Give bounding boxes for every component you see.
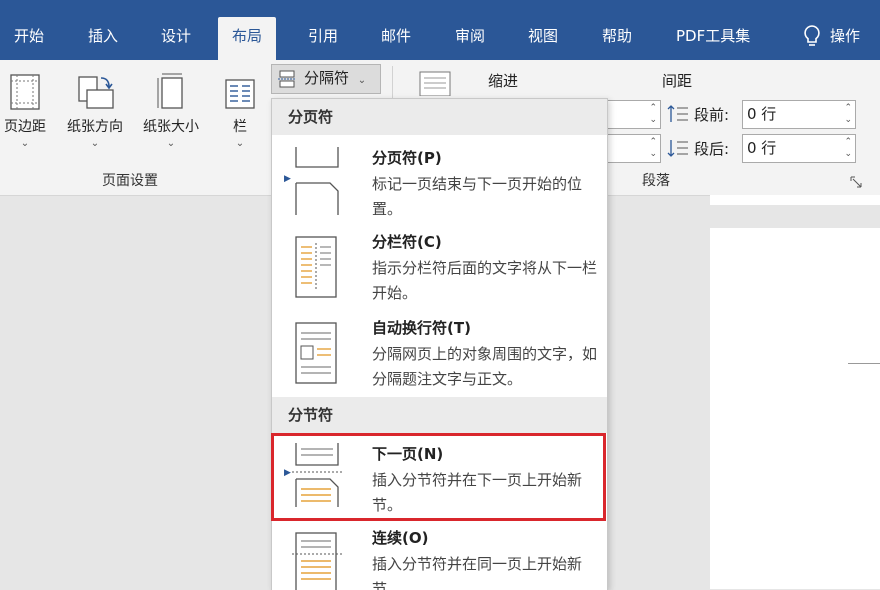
spacing-after-value: 0 行 [747,139,777,157]
tab-review[interactable]: 审阅 [441,17,499,60]
spin-arrows-icon[interactable]: ⌃ ⌄ [844,102,852,126]
continuous-desc: 插入分节符并在同一页上开始新节。 [372,555,583,590]
orientation-icon [78,76,114,109]
menu-item-continuous[interactable]: 连续(O) 插入分节符并在同一页上开始新节。 [272,527,607,590]
spacing-before-icon [667,105,688,122]
tab-mailings[interactable]: 邮件 [367,17,425,60]
page-break-title: 分页符(P) [372,149,442,167]
chevron-down-icon: ⌄ [235,138,245,149]
ribbon-tab-bar: 开始 插入 设计 布局 引用 邮件 审阅 视图 帮助 PDF工具集 操作 [0,0,880,60]
spin-arrows-icon[interactable]: ⌃ ⌄ [649,102,657,126]
chevron-down-icon: ⌄ [20,138,30,149]
chevron-down-icon: ⌄ [357,75,367,86]
lightbulb-icon[interactable] [799,23,825,49]
text-wrapping-break-title: 自动换行符(T) [372,319,471,337]
document-page-previous [710,195,880,205]
chevron-down-icon: ⌄ [166,138,176,149]
spacing-before-value: 0 行 [747,105,777,123]
spacing-after-icon [667,140,688,157]
breaks-button[interactable]: 分隔符 ⌄ [271,64,381,94]
page-breaks-header: 分页符 [272,99,607,135]
paper-size-icon [157,73,183,109]
columns-label: 栏 [233,119,247,135]
margin-guide [848,363,880,364]
breaks-label: 分隔符 [304,69,350,87]
tab-tell-me[interactable]: 操作 [826,17,864,60]
tab-insert[interactable]: 插入 [74,17,132,60]
column-break-icon [295,236,337,298]
text-wrapping-break-desc: 分隔网页上的对象周围的文字，如分隔题注文字与正文。 [372,345,598,388]
chevron-down-icon: ⌄ [90,138,100,149]
breaks-icon [278,70,296,88]
paragraph-group-label: 段落 [642,173,670,189]
tab-view[interactable]: 视图 [514,17,572,60]
spacing-header: 间距 [662,72,693,90]
continuous-title: 连续(O) [372,529,429,547]
spacing-after-label: 段后: [694,140,730,158]
section-breaks-header: 分节符 [272,397,607,433]
menu-item-page-break[interactable]: ▶ 分页符(P) 标记一页结束与下一页开始的位置。 [272,147,607,221]
line-numbers-icon [419,71,451,96]
page-break-icon [295,147,339,215]
tab-home[interactable]: 开始 [0,17,58,60]
orientation-label: 纸张方向 [67,119,123,135]
highlight-box [271,433,606,521]
document-page[interactable] [710,228,880,589]
tab-design[interactable]: 设计 [147,17,205,60]
column-break-desc: 指示分栏符后面的文字将从下一栏开始。 [372,259,598,302]
menu-item-column-break[interactable]: 分栏符(C) 指示分栏符后面的文字将从下一栏开始。 [272,231,607,305]
tab-pdf-tools[interactable]: PDF工具集 [662,17,764,60]
margins-icon [10,74,40,110]
dialog-launcher-icon[interactable] [850,176,862,188]
size-button[interactable]: 纸张大小 ⌄ [134,72,208,149]
tab-references[interactable]: 引用 [294,17,352,60]
margins-button[interactable]: 页边距 ⌄ [0,72,50,149]
spin-arrows-icon[interactable]: ⌃ ⌄ [649,136,657,160]
spacing-before-label: 段前: [694,106,730,124]
tab-help[interactable]: 帮助 [588,17,646,60]
spacing-before-input[interactable]: 0 行 ⌃ ⌄ [742,100,856,129]
spin-arrows-icon[interactable]: ⌃ ⌄ [844,136,852,160]
columns-icon [225,79,255,109]
size-label: 纸张大小 [143,119,199,135]
text-wrapping-break-icon [295,322,337,384]
margins-label: 页边距 [4,119,46,135]
orientation-button[interactable]: 纸张方向 ⌄ [58,72,132,149]
indent-header: 缩进 [488,72,519,90]
page-break-desc: 标记一页结束与下一页开始的位置。 [372,175,583,218]
menu-item-text-wrapping-break[interactable]: 自动换行符(T) 分隔网页上的对象周围的文字，如分隔题注文字与正文。 [272,317,607,391]
continuous-section-break-icon [292,532,342,590]
columns-button[interactable]: 栏 ⌄ [220,72,260,149]
column-break-title: 分栏符(C) [372,233,442,251]
tab-layout[interactable]: 布局 [218,17,277,60]
page-setup-group-label: 页面设置 [102,173,158,189]
spacing-after-input[interactable]: 0 行 ⌃ ⌄ [742,134,856,163]
